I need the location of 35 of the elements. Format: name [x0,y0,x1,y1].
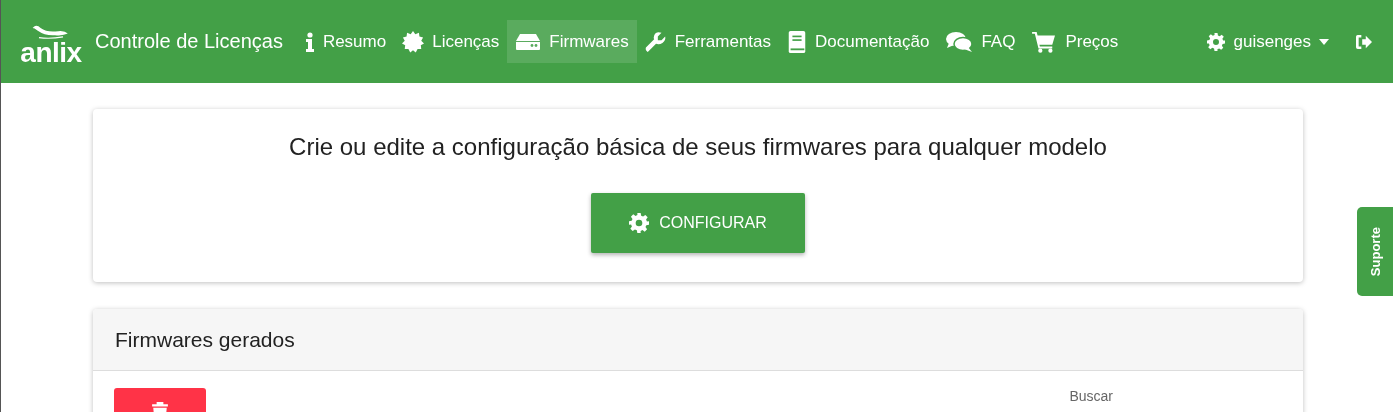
nav-link[interactable]: Preços [1023,20,1127,63]
settings-icon [629,213,650,233]
nav-link[interactable]: Licenças [394,20,508,63]
logout-icon[interactable] [1355,33,1373,50]
nav-link[interactable]: Resumo [296,20,395,63]
card-title: Firmwares gerados [115,327,295,352]
cart-icon [1031,30,1058,53]
caret-icon [1319,38,1329,45]
nav-link[interactable]: FAQ [937,20,1024,63]
info-icon [304,30,315,53]
nav-label: Resumo [322,31,387,52]
lizard-icon [31,23,71,40]
wrench-icon [644,30,667,53]
app-title[interactable]: Controle de Licenças [95,30,283,53]
chat-icon [945,30,974,53]
support-tab[interactable]: Suporte [1357,207,1393,296]
user-menu[interactable]: guisenges [1207,30,1329,53]
nav-label: FAQ [981,31,1016,52]
nav-label: Preços [1065,31,1119,52]
card-heading: Crie ou edite a configuração básica de seus firmwares para qualquer modelo [289,133,1107,161]
nav-link[interactable]: Firmwares [507,20,637,63]
nav-label: Firmwares [549,31,629,52]
search-label: Buscar [1069,388,1113,406]
settings-icon [1207,30,1226,53]
certificate-icon [402,30,425,53]
logo-text: anlix [20,39,82,66]
nav-link[interactable]: Documentação [779,20,938,63]
username: guisenges [1233,31,1311,52]
nav-label: Documentação [815,31,930,52]
nav-label: Licenças [432,31,500,52]
nav-label: Ferramentas [674,31,772,52]
nav-link[interactable]: Ferramentas [636,20,780,63]
configure-button[interactable]: CONFIGURAR [591,193,805,253]
anlix-logo[interactable]: anlix [19,23,83,66]
book-icon [787,30,808,53]
